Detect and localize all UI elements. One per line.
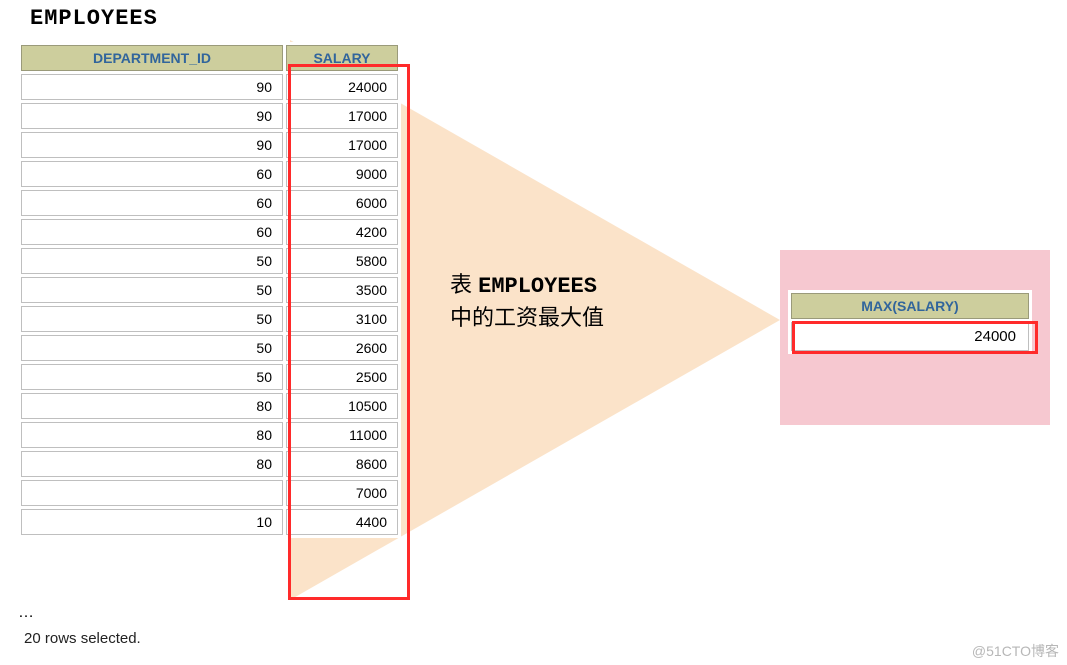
cell-salary: 11000 [286, 422, 398, 448]
cell-salary: 4200 [286, 219, 398, 245]
cell-dept: 50 [21, 277, 283, 303]
cell-salary: 17000 [286, 132, 398, 158]
table-row: 606000 [21, 190, 398, 216]
table-row: 8011000 [21, 422, 398, 448]
cell-salary: 6000 [286, 190, 398, 216]
table-row: 604200 [21, 219, 398, 245]
cell-salary: 10500 [286, 393, 398, 419]
table-row: 502600 [21, 335, 398, 361]
label-line2: 中的工资最大值 [450, 303, 604, 334]
table-row: 8010500 [21, 393, 398, 419]
table-row: 104400 [21, 509, 398, 535]
cell-dept: 90 [21, 132, 283, 158]
cell-dept: 50 [21, 335, 283, 361]
table-row: 609000 [21, 161, 398, 187]
cell-salary: 8600 [286, 451, 398, 477]
cell-dept: 10 [21, 509, 283, 535]
result-table-wrap: MAX(SALARY) 24000 [788, 290, 1032, 354]
watermark: @51CTO博客 [972, 641, 1059, 661]
cell-salary: 7000 [286, 480, 398, 506]
cell-dept: 50 [21, 364, 283, 390]
cell-dept: 80 [21, 393, 283, 419]
table-row: 503100 [21, 306, 398, 332]
table-row: 505800 [21, 248, 398, 274]
employees-table: DEPARTMENT_ID SALARY 9024000 9017000 901… [18, 42, 401, 538]
cell-dept: 50 [21, 248, 283, 274]
cell-dept: 80 [21, 451, 283, 477]
table-row: 7000 [21, 480, 398, 506]
table-row: 9017000 [21, 132, 398, 158]
cell-salary: 3100 [286, 306, 398, 332]
result-table: MAX(SALARY) 24000 [788, 290, 1032, 354]
rows-selected-label: 20 rows selected. [24, 630, 141, 647]
result-header: MAX(SALARY) [791, 293, 1029, 319]
table-row: 808600 [21, 451, 398, 477]
label-line1-pre: 表 [450, 272, 478, 297]
table-row: 9017000 [21, 103, 398, 129]
explanation-label: 表 EMPLOYEES 中的工资最大值 [450, 270, 604, 334]
cell-salary: 3500 [286, 277, 398, 303]
table-row: 9024000 [21, 74, 398, 100]
cell-dept: 50 [21, 306, 283, 332]
cell-dept: 80 [21, 422, 283, 448]
ellipsis-icon: … [18, 604, 36, 622]
cell-dept: 60 [21, 219, 283, 245]
cell-dept: 90 [21, 103, 283, 129]
result-value: 24000 [791, 322, 1029, 351]
table-title: EMPLOYEES [30, 6, 158, 31]
col-header-salary: SALARY [286, 45, 398, 71]
cell-salary: 5800 [286, 248, 398, 274]
label-line1-code: EMPLOYEES [478, 274, 597, 299]
cell-dept: 60 [21, 161, 283, 187]
table-row: 503500 [21, 277, 398, 303]
col-header-dept: DEPARTMENT_ID [21, 45, 283, 71]
cell-salary: 9000 [286, 161, 398, 187]
cell-salary: 4400 [286, 509, 398, 535]
cell-salary: 24000 [286, 74, 398, 100]
cell-salary: 2500 [286, 364, 398, 390]
cell-dept: 90 [21, 74, 283, 100]
cell-salary: 2600 [286, 335, 398, 361]
cell-dept [21, 480, 283, 506]
cell-dept: 60 [21, 190, 283, 216]
table-row: 502500 [21, 364, 398, 390]
cell-salary: 17000 [286, 103, 398, 129]
